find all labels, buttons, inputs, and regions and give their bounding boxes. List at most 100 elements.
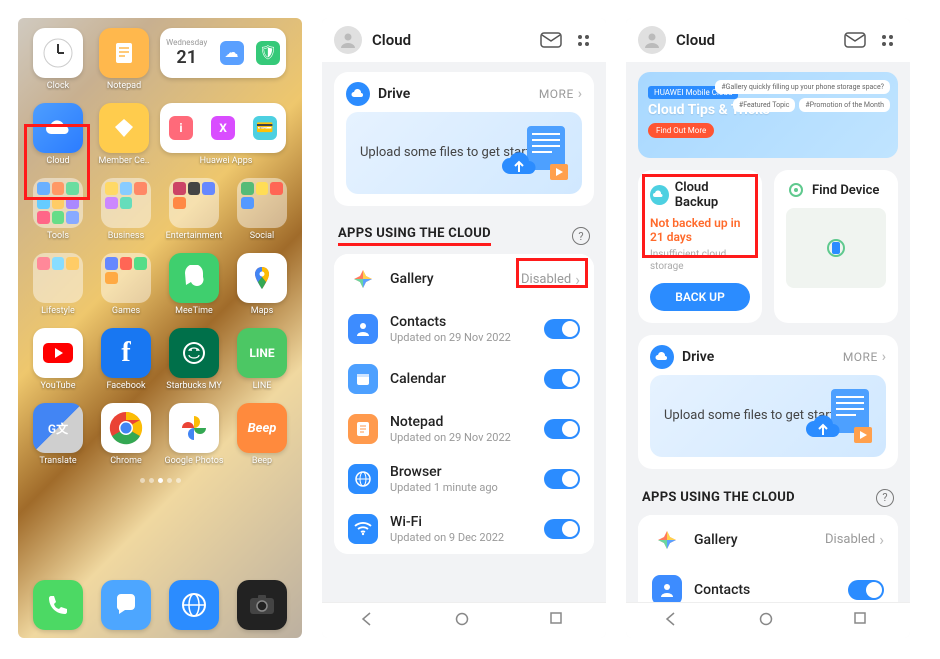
toggle-notepad[interactable] bbox=[544, 419, 580, 439]
drive-card: Drive MORE › Upload some files to get st… bbox=[638, 335, 898, 469]
nav-back-icon[interactable] bbox=[664, 612, 682, 630]
drive-more-link[interactable]: MORE bbox=[843, 350, 878, 364]
drive-banner[interactable]: Upload some files to get started bbox=[346, 112, 582, 194]
app-gphotos[interactable]: Google Photos bbox=[164, 403, 224, 466]
nav-home-icon[interactable] bbox=[455, 612, 473, 630]
toggle-calendar[interactable] bbox=[544, 369, 580, 389]
nav-home-icon[interactable] bbox=[759, 612, 777, 630]
app-cloud[interactable]: Cloud bbox=[28, 103, 88, 166]
folder-games[interactable]: Games bbox=[96, 253, 156, 316]
app-translate[interactable]: G文 Translate bbox=[28, 403, 88, 466]
dock-messages[interactable] bbox=[96, 580, 156, 630]
starbucks-icon bbox=[169, 328, 219, 378]
avatar-icon[interactable] bbox=[334, 26, 362, 54]
folder-lifestyle[interactable]: Lifestyle bbox=[28, 253, 88, 316]
toggle-contacts[interactable] bbox=[544, 319, 580, 339]
map-pin-icon bbox=[827, 239, 845, 257]
toggle-browser[interactable] bbox=[544, 469, 580, 489]
drive-banner[interactable]: Upload some files to get started bbox=[650, 375, 886, 457]
app-facebook[interactable]: f Facebook bbox=[96, 328, 156, 391]
apps-list: Gallery Disabled › Contacts bbox=[638, 515, 898, 602]
dock-phone[interactable] bbox=[28, 580, 88, 630]
promo-banner[interactable]: HUAWEI Mobile Cloud Cloud Tips & Tricks … bbox=[638, 72, 898, 158]
drive-icon bbox=[650, 345, 674, 369]
app-beep[interactable]: Beep Beep bbox=[232, 403, 292, 466]
line-icon: LINE bbox=[237, 328, 287, 378]
folder-entertainment[interactable]: Entertainment bbox=[164, 178, 224, 241]
backup-title: Cloud Backup bbox=[675, 180, 750, 210]
membercenter-icon bbox=[99, 103, 149, 153]
row-contacts[interactable]: Contacts Updated on 29 Nov 2022 bbox=[334, 304, 594, 354]
find-device-card[interactable]: Find Device bbox=[774, 170, 898, 323]
nav-recent-icon[interactable] bbox=[854, 612, 872, 630]
folder-tools[interactable]: Tools bbox=[28, 178, 88, 241]
cloud-backup-card[interactable]: Cloud Backup Not backed up in 21 days In… bbox=[638, 170, 762, 323]
row-gallery[interactable]: Gallery Disabled › bbox=[638, 515, 898, 565]
toggle-contacts[interactable] bbox=[848, 580, 884, 600]
drive-illustration bbox=[492, 122, 572, 184]
backup-icon bbox=[650, 185, 669, 205]
chevron-right-icon: › bbox=[879, 530, 884, 549]
row-wifi[interactable]: Wi-Fi Updated on 9 Dec 2022 bbox=[334, 504, 594, 554]
app-line[interactable]: LINE LINE bbox=[232, 328, 292, 391]
calendar-widget-group: Wednesday 21 ☁ 🛡 bbox=[160, 28, 292, 91]
app-membercenter[interactable]: Member Ce.. bbox=[94, 103, 154, 166]
section-title: APPS USING THE CLOUD bbox=[642, 490, 795, 505]
app-meetime[interactable]: MeeTime bbox=[164, 253, 224, 316]
folder-business[interactable]: Business bbox=[96, 178, 156, 241]
mail-icon[interactable] bbox=[844, 29, 866, 51]
avatar-icon[interactable] bbox=[638, 26, 666, 54]
drive-card: Drive MORE › Upload some files to get st… bbox=[334, 72, 594, 206]
menu-dots-icon[interactable] bbox=[572, 29, 594, 51]
gallery-status: Disabled › bbox=[825, 530, 884, 549]
drive-title: Drive bbox=[378, 86, 410, 102]
youtube-icon bbox=[33, 328, 83, 378]
backup-button[interactable]: BACK UP bbox=[650, 283, 750, 311]
cloud-header: Cloud bbox=[322, 18, 606, 62]
translate-icon: G文 bbox=[33, 403, 83, 453]
app-clock[interactable]: Clock bbox=[28, 28, 88, 91]
page-indicator bbox=[28, 478, 292, 483]
row-contacts[interactable]: Contacts bbox=[638, 565, 898, 602]
nav-back-icon[interactable] bbox=[360, 612, 378, 630]
folder-icon bbox=[33, 178, 83, 228]
drive-more-link[interactable]: MORE bbox=[539, 87, 574, 101]
contacts-icon bbox=[652, 575, 682, 602]
mail-icon[interactable] bbox=[540, 29, 562, 51]
page-title: Cloud bbox=[372, 31, 411, 49]
cloud-header: Cloud bbox=[626, 18, 910, 62]
dock-browser[interactable] bbox=[164, 580, 224, 630]
folder-icon bbox=[169, 178, 219, 228]
backup-warning: Not backed up in 21 days bbox=[650, 216, 750, 245]
app-starbucks[interactable]: Starbucks MY bbox=[164, 328, 224, 391]
calendar-icon bbox=[348, 364, 378, 394]
toggle-wifi[interactable] bbox=[544, 519, 580, 539]
wifi-icon bbox=[348, 514, 378, 544]
chevron-right-icon: › bbox=[578, 86, 582, 102]
help-icon[interactable]: ? bbox=[572, 227, 590, 245]
promo-pills: #Gallery quickly filling up your phone s… bbox=[715, 80, 890, 112]
beep-icon: Beep bbox=[237, 403, 287, 453]
nav-recent-icon[interactable] bbox=[550, 612, 568, 630]
row-calendar[interactable]: Calendar bbox=[334, 354, 594, 404]
calendar-widget[interactable]: Wednesday 21 ☁ 🛡 bbox=[160, 28, 286, 78]
huawei-apps-group[interactable]: i X 💳 Huawei Apps bbox=[160, 103, 292, 166]
app-notepad[interactable]: Notepad bbox=[94, 28, 154, 91]
row-browser[interactable]: Browser Updated 1 minute ago bbox=[334, 454, 594, 504]
row-notepad[interactable]: Notepad Updated on 29 Nov 2022 bbox=[334, 404, 594, 454]
page-title: Cloud bbox=[676, 31, 715, 49]
find-device-map bbox=[786, 208, 886, 288]
app-youtube[interactable]: YouTube bbox=[28, 328, 88, 391]
app-maps[interactable]: Maps bbox=[232, 253, 292, 316]
menu-dots-icon[interactable] bbox=[876, 29, 898, 51]
folder-social[interactable]: Social bbox=[232, 178, 292, 241]
folder-icon bbox=[101, 253, 151, 303]
dock-camera[interactable] bbox=[232, 580, 292, 630]
weather-mini-icon: ☁ bbox=[220, 41, 244, 65]
folder-icon bbox=[237, 178, 287, 228]
help-icon[interactable]: ? bbox=[876, 489, 894, 507]
folder-icon bbox=[101, 178, 151, 228]
app-chrome[interactable]: Chrome bbox=[96, 403, 156, 466]
row-gallery[interactable]: Gallery Disabled › bbox=[334, 254, 594, 304]
promo-cta[interactable]: Find Out More bbox=[648, 123, 714, 138]
